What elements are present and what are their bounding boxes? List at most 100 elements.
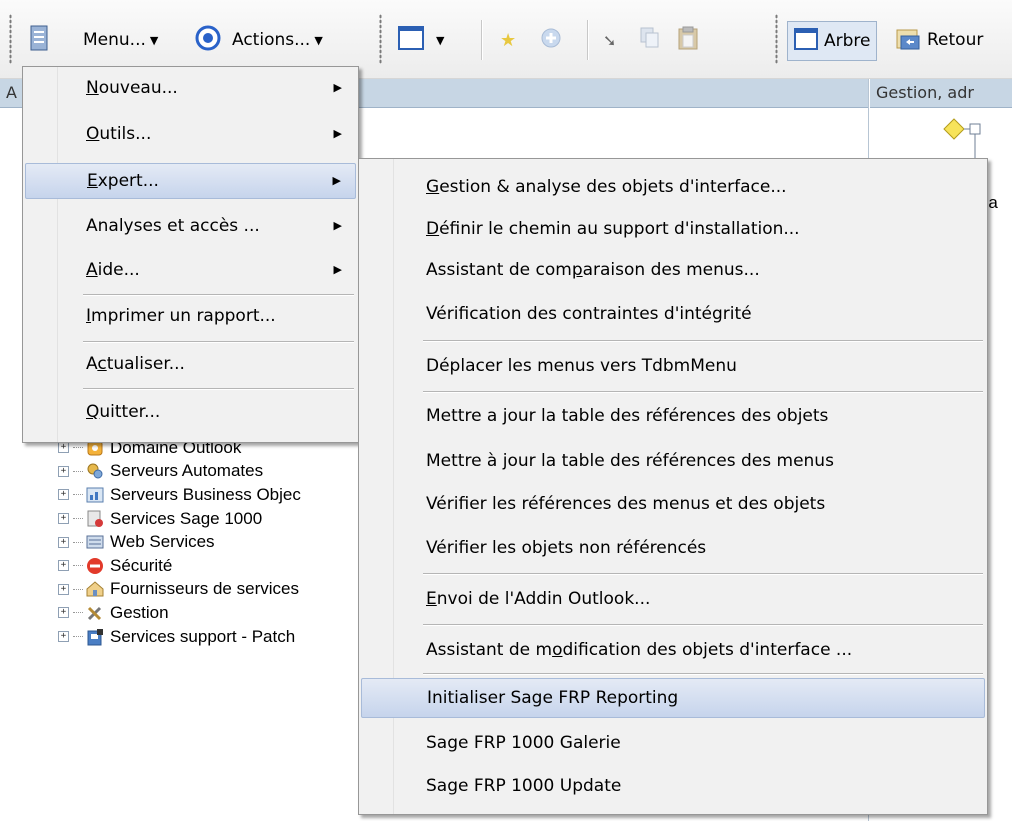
submenu-item-frp-galerie[interactable]: Sage FRP 1000 Galerie — [361, 726, 985, 760]
menu-button-label: Menu... — [83, 30, 146, 50]
menu-item-label: Initialiser Sage FRP Reporting — [427, 688, 679, 708]
chevron-down-icon: ▼ — [149, 33, 159, 47]
document-icon-button[interactable] — [30, 24, 48, 56]
tree-item[interactable]: + Services Sage 1000 — [58, 507, 301, 531]
tree-item[interactable]: + Fournisseurs de services — [58, 578, 301, 602]
target-button[interactable] — [195, 24, 221, 56]
mnemonic: E — [87, 171, 98, 191]
menu-item-outils[interactable]: Outils... ▶ — [25, 117, 356, 151]
menu-item-label: Vérifier les références des menus et des… — [426, 494, 826, 514]
toolbar-separator — [587, 20, 589, 60]
copy-icon — [640, 27, 660, 54]
menu-item-analyses[interactable]: Analyses et accès ... ▶ — [25, 209, 356, 243]
submenu-item-verifier-references[interactable]: Vérifier les références des menus et des… — [361, 487, 985, 521]
submenu-arrow-icon: ▶ — [333, 219, 342, 232]
submenu-item-comparaison-menus[interactable]: Assistant de comparaison des menus... — [361, 253, 985, 287]
tree-item[interactable]: + Sécurité — [58, 554, 301, 578]
submenu-arrow-icon: ▶ — [333, 81, 342, 94]
tree-item-label: Fournisseurs de services — [110, 579, 299, 599]
tree-item-label: Services Sage 1000 — [110, 508, 263, 528]
expand-icon[interactable]: + — [58, 607, 69, 619]
submenu-item-deplacer-menus[interactable]: Déplacer les menus vers TdbmMenu — [361, 349, 985, 383]
menu-item-quitter[interactable]: Quitter... — [25, 395, 356, 429]
submenu-arrow-icon: ▶ — [333, 127, 342, 140]
submenu-item-verification-contraintes[interactable]: Vérification des contraintes d'intégrité — [361, 297, 985, 331]
window-layout-button[interactable]: ▼ — [398, 24, 444, 56]
menu-item-label: Déplacer les menus vers TdbmMenu — [426, 356, 737, 376]
menu-separator — [423, 624, 983, 626]
tree-item-label: Gestion — [110, 602, 169, 622]
mnemonic: D — [426, 219, 440, 239]
submenu-item-maj-references-menus[interactable]: Mettre à jour la table des références de… — [361, 444, 985, 478]
toolbar-grip[interactable] — [379, 14, 382, 64]
expand-icon[interactable]: + — [58, 560, 69, 572]
tree-item-label: Serveurs Business Objec — [110, 484, 301, 504]
menu-dropdown-button[interactable]: Menu... ▼ — [83, 24, 158, 56]
menu-item-label: Sage FRP 1000 Update — [426, 776, 622, 796]
favorite-button[interactable]: ★ — [500, 24, 516, 56]
add-icon — [540, 27, 562, 54]
expand-icon[interactable]: + — [58, 536, 69, 548]
menu-item-label: Vérifier les objets non référencés — [426, 538, 707, 558]
menu-item-expert[interactable]: Expert... ▶ — [25, 163, 356, 199]
expand-icon[interactable]: + — [58, 583, 69, 595]
tree-item[interactable]: + Serveurs Business Objec — [58, 483, 301, 507]
tree-view[interactable]: + Domaine Outlook + Serveurs Automates +… — [58, 436, 301, 648]
add-button[interactable] — [540, 24, 562, 56]
submenu-item-envoi-addin[interactable]: Envoi de l'Addin Outlook... — [361, 582, 985, 616]
menu-item-label: Expert... — [87, 164, 159, 198]
left-pane-header-text: A — [6, 83, 17, 102]
submenu-item-definir-chemin[interactable]: Définir le chemin au support d'installat… — [361, 212, 985, 246]
submenu-item-modification-objets[interactable]: Assistant de modification des objets d'i… — [361, 633, 985, 667]
label-rest: estion & analyse des objets d'interface.… — [439, 177, 787, 197]
submenu-item-initialiser-frp[interactable]: Initialiser Sage FRP Reporting — [361, 678, 985, 718]
star-icon: ★ — [500, 29, 517, 51]
tree-view-button[interactable]: Arbre — [787, 21, 878, 61]
label-rest: ide... — [97, 260, 140, 280]
label-pre: Assistant de com — [426, 260, 572, 280]
copy-button[interactable] — [640, 24, 660, 56]
expert-submenu: Gestion & analyse des objets d'interface… — [358, 158, 988, 815]
paste-button[interactable] — [678, 24, 698, 56]
expand-icon[interactable]: + — [58, 489, 69, 501]
expand-icon[interactable]: + — [58, 513, 69, 525]
right-pane-header: Gestion, adr — [870, 79, 1012, 108]
actions-dropdown-button[interactable]: Actions... ▼ — [232, 24, 323, 56]
submenu-item-frp-update[interactable]: Sage FRP 1000 Update — [361, 769, 985, 803]
menu-item-aide[interactable]: Aide... ▶ — [25, 253, 356, 287]
mnemonic: E — [426, 589, 437, 609]
toolbar-grip[interactable] — [775, 14, 778, 64]
label-rest: xpert... — [97, 171, 159, 191]
pointer-button[interactable]: ➘ — [603, 24, 616, 56]
menu-item-nouveau[interactable]: Nouveau... ▶ — [25, 71, 356, 105]
label-rest: uitter... — [99, 402, 161, 422]
menu-item-label: Actualiser... — [86, 347, 185, 381]
mnemonic: o — [552, 640, 563, 660]
expand-icon[interactable]: + — [58, 442, 69, 454]
mnemonic: G — [426, 177, 440, 197]
back-button[interactable]: Retour — [895, 24, 983, 56]
submenu-arrow-icon: ▶ — [333, 263, 342, 276]
tree-item[interactable]: + Gestion — [58, 601, 301, 625]
document-icon — [30, 25, 48, 56]
target-icon — [195, 25, 221, 56]
submenu-item-gestion-analyse[interactable]: Gestion & analyse des objets d'interface… — [361, 170, 985, 204]
submenu-item-objets-non-references[interactable]: Vérifier les objets non référencés — [361, 531, 985, 565]
menu-item-imprimer[interactable]: Imprimer un rapport... — [25, 299, 356, 333]
tree-item-label: Sécurité — [110, 555, 173, 575]
tree-item[interactable]: + Serveurs Automates — [58, 460, 301, 484]
expand-icon[interactable]: + — [58, 631, 69, 643]
tree-item[interactable]: + Services support - Patch — [58, 625, 301, 649]
submenu-item-maj-references-objets[interactable]: Mettre a jour la table des références de… — [361, 399, 985, 433]
toolbar-grip[interactable] — [9, 14, 12, 64]
menu-item-actualiser[interactable]: Actualiser... — [25, 347, 356, 381]
label-rest: mprimer un rapport... — [91, 306, 276, 326]
tree-item[interactable]: + Web Services — [58, 530, 301, 554]
mnemonic: O — [86, 124, 100, 144]
expand-icon[interactable]: + — [58, 465, 69, 477]
menu-item-label: Outils... — [86, 117, 151, 151]
toolbar-separator — [481, 20, 483, 60]
tree-item-label: Web Services — [110, 532, 215, 552]
web-services-icon — [86, 533, 104, 551]
menu-item-label: Aide... — [86, 253, 140, 287]
